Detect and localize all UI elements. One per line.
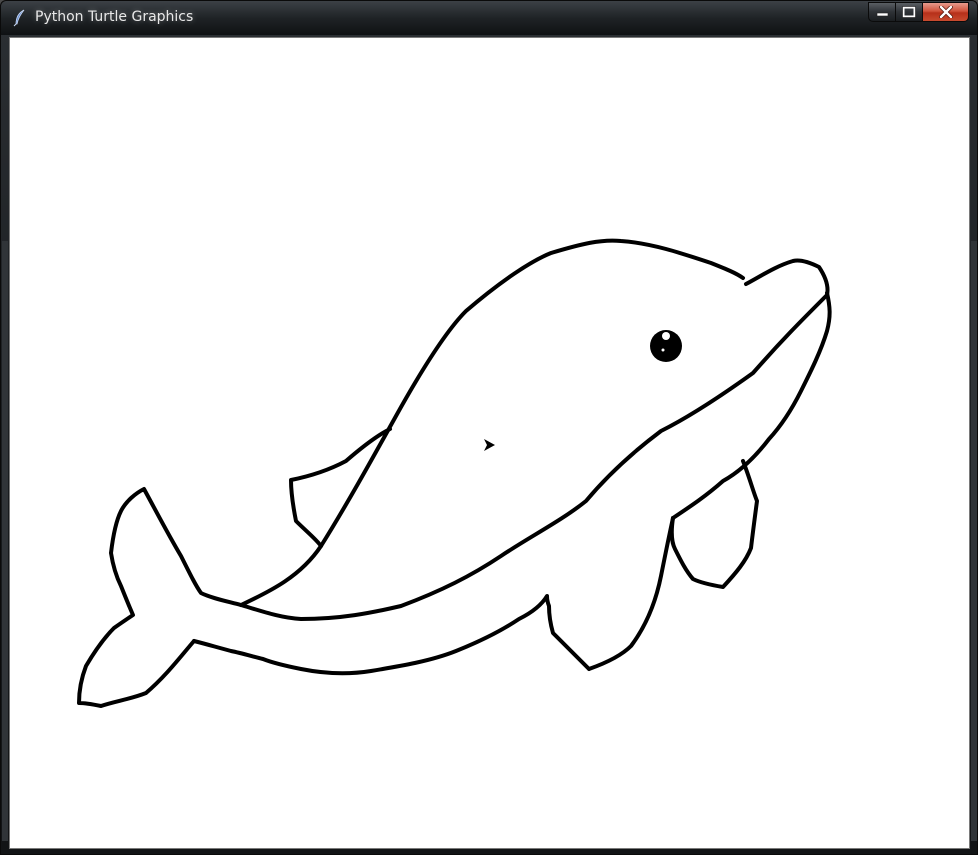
caption-buttons xyxy=(868,2,969,23)
title-bar[interactable]: Python Turtle Graphics xyxy=(1,1,977,35)
minimize-button[interactable] xyxy=(868,2,895,22)
window-title: Python Turtle Graphics xyxy=(35,9,194,25)
turtle-canvas-area[interactable] xyxy=(9,37,970,849)
dolphin-flipper-right xyxy=(669,459,759,589)
dolphin-tail xyxy=(77,487,243,708)
maximize-button[interactable] xyxy=(895,2,922,22)
dolphin-belly xyxy=(587,516,675,671)
dolphin-eye-glint xyxy=(661,348,665,352)
feather-icon xyxy=(13,9,25,27)
dolphin-melon xyxy=(744,258,830,297)
close-icon xyxy=(938,6,953,18)
minimize-icon xyxy=(876,12,888,17)
turtle-window: Python Turtle Graphics xyxy=(0,0,978,855)
left-frame-edge xyxy=(2,241,8,841)
dolphin-dorsal-fin xyxy=(289,427,392,548)
close-button[interactable] xyxy=(922,2,969,22)
dolphin-eye-highlight xyxy=(662,332,670,340)
maximize-icon xyxy=(902,6,916,18)
turtle-arrow-icon xyxy=(484,439,495,451)
turtle-canvas[interactable] xyxy=(10,38,969,848)
right-frame-edge xyxy=(971,241,977,841)
